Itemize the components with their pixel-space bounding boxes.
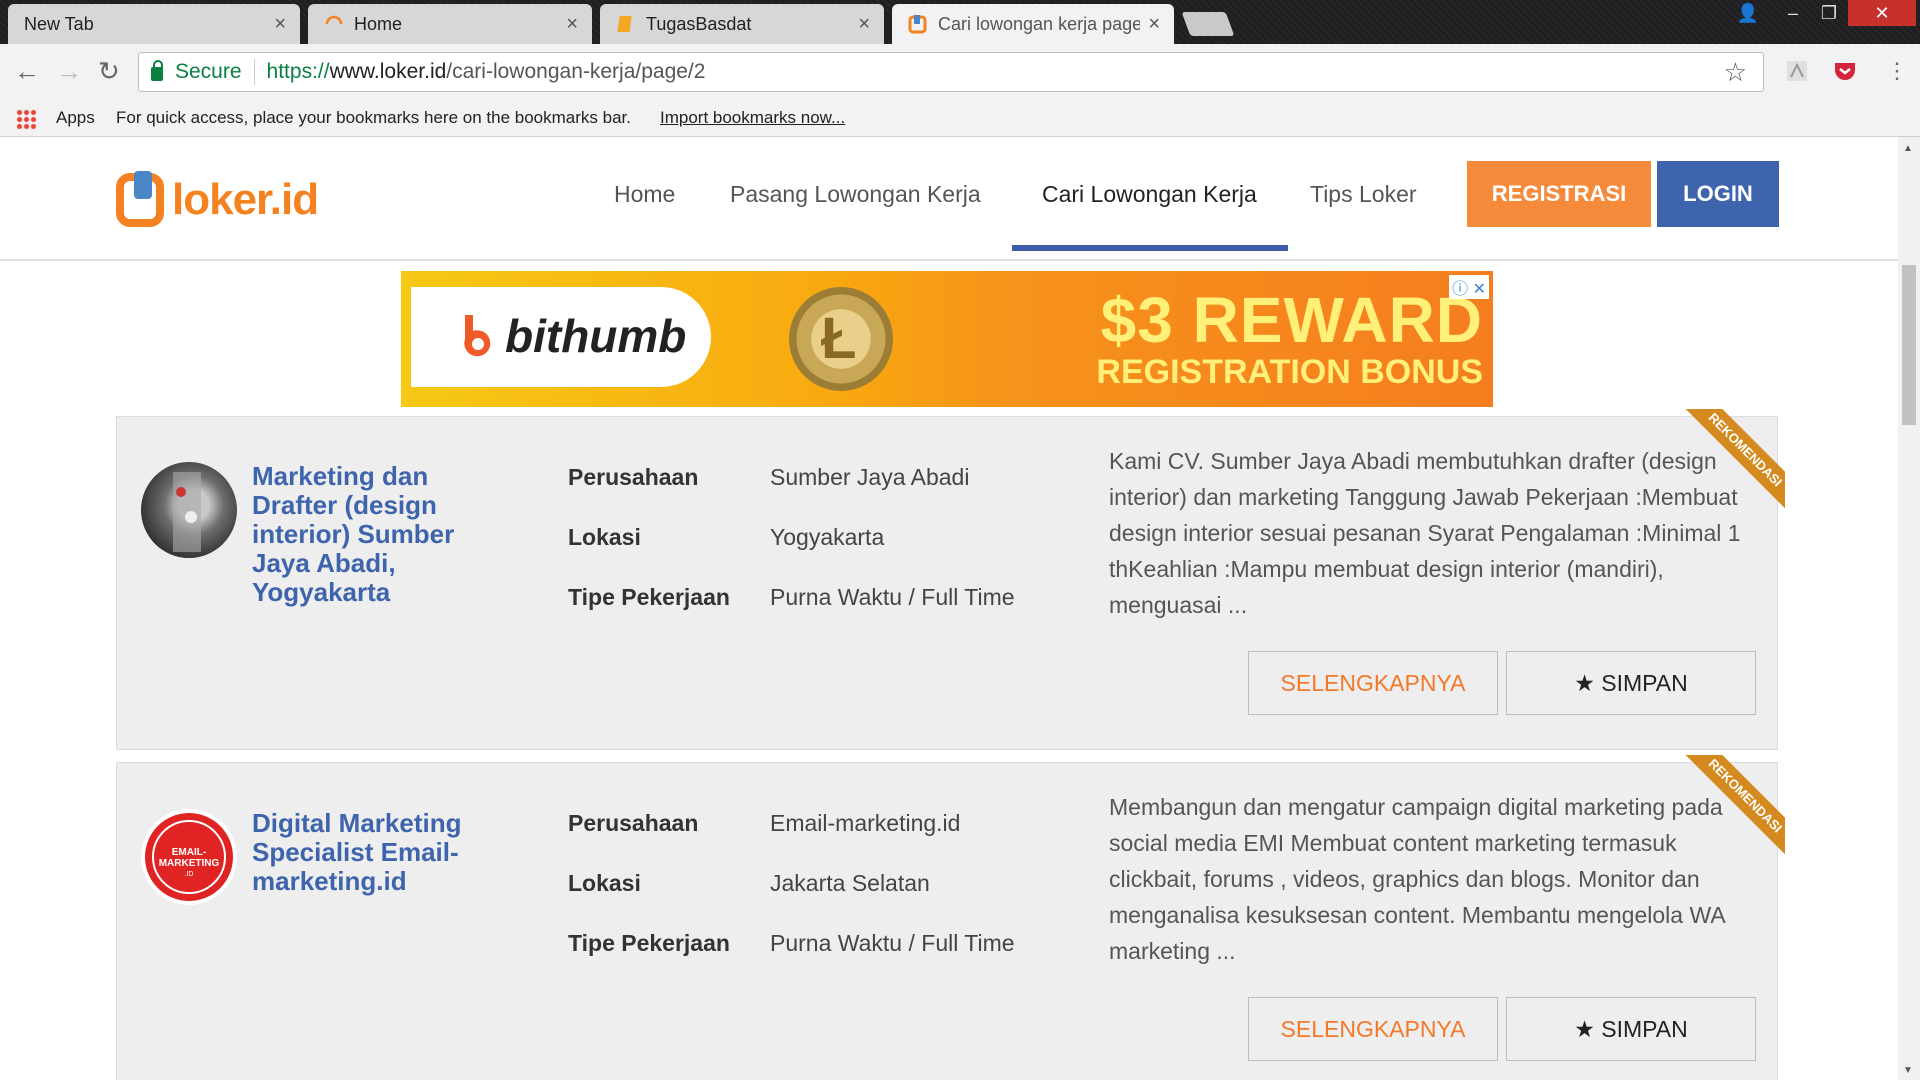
web-page: loker.id Home Pasang Lowongan Kerja Cari…: [0, 137, 1920, 1080]
register-button[interactable]: REGISTRASI: [1467, 161, 1651, 227]
document-icon: [617, 16, 632, 32]
tab-title: TugasBasdat: [646, 13, 752, 34]
loker-favicon-icon: [908, 15, 927, 34]
reload-icon[interactable]: ↻: [98, 56, 120, 86]
browser-toolbar: ← → ↻ Secure https://www.loker.id/cari-l…: [0, 44, 1920, 100]
minimize-icon[interactable]: –: [1776, 0, 1810, 26]
tab-home[interactable]: Home ×: [308, 4, 592, 44]
job-description: Kami CV. Sumber Jaya Abadi membutuhkan d…: [1109, 448, 1741, 618]
litecoin-symbol: Ł: [821, 306, 857, 371]
back-icon[interactable]: ←: [14, 56, 40, 86]
lock-icon: [151, 60, 163, 81]
ribbon-label: REKOMENDASI: [1679, 409, 1785, 516]
tab-close-icon[interactable]: ×: [274, 13, 286, 36]
svg-text:.ID: .ID: [185, 871, 194, 878]
bookmark-star-icon[interactable]: ☆: [1724, 57, 1747, 88]
job-card: EMAIL- MARKETING .ID Digital Marketing S…: [116, 755, 1785, 1080]
job-description: Membangun dan mengatur campaign digital …: [1109, 794, 1725, 964]
selengkapnya-button[interactable]: SELENGKAPNYA: [1248, 997, 1498, 1061]
ad-subheadline: REGISTRATION BONUS: [1096, 353, 1483, 391]
pocket-extension-icon[interactable]: [1832, 58, 1858, 84]
tab-title: New Tab: [24, 13, 94, 34]
bithumb-logo-icon: [464, 315, 491, 357]
login-button[interactable]: LOGIN: [1657, 161, 1779, 227]
location-label: Lokasi: [568, 524, 641, 550]
tab-close-icon[interactable]: ×: [1148, 13, 1160, 36]
url-text[interactable]: https://www.loker.id/cari-lowongan-kerja…: [255, 60, 706, 84]
secure-indicator[interactable]: Secure: [139, 59, 255, 85]
tab-cari-lowongan[interactable]: Cari lowongan kerja page ×: [892, 4, 1174, 44]
apps-grid-icon[interactable]: [16, 109, 36, 129]
tab-close-icon[interactable]: ×: [858, 13, 870, 36]
tab-title: Home: [354, 13, 403, 34]
company-value: Sumber Jaya Abadi: [770, 464, 970, 490]
menu-icon[interactable]: ⋮: [1886, 56, 1908, 86]
recommendation-ribbon: REKOMENDASI: [1675, 409, 1785, 519]
apps-label[interactable]: Apps: [56, 108, 95, 128]
ad-brand-text: bithumb: [505, 310, 687, 362]
svg-text:EMAIL-: EMAIL-: [172, 847, 206, 858]
simpan-button[interactable]: ★ SIMPAN: [1506, 997, 1756, 1061]
tab-strip: New Tab × Home × TugasBasdat × Cari lowo…: [0, 0, 1920, 44]
logo-text: loker.id: [172, 175, 319, 224]
address-bar[interactable]: Secure https://www.loker.id/cari-lowonga…: [138, 52, 1764, 92]
import-bookmarks-link[interactable]: Import bookmarks now...: [660, 108, 845, 128]
svg-text:MARKETING: MARKETING: [159, 858, 220, 869]
url-path: /cari-lowongan-kerja/page/2: [446, 60, 706, 83]
location-value: Yogyakarta: [770, 524, 885, 550]
nav-cari-lowongan[interactable]: Cari Lowongan Kerja: [1042, 181, 1257, 208]
url-host: www.loker.id: [329, 60, 447, 83]
active-nav-indicator: [1012, 245, 1288, 251]
user-icon[interactable]: 👤: [1730, 0, 1766, 26]
recommendation-ribbon: REKOMENDASI: [1675, 755, 1785, 865]
email-marketing-logo-icon: EMAIL- MARKETING .ID: [145, 813, 233, 901]
nav-tips-loker[interactable]: Tips Loker: [1310, 181, 1417, 208]
selengkapnya-button[interactable]: SELENGKAPNYA: [1248, 651, 1498, 715]
bookmarks-bar: Apps For quick access, place your bookma…: [0, 100, 1920, 137]
job-type-label: Tipe Pekerjaan: [568, 584, 730, 610]
nav-home[interactable]: Home: [614, 181, 675, 208]
site-logo[interactable]: loker.id: [116, 171, 319, 227]
tab-tugasbasdat[interactable]: TugasBasdat ×: [600, 4, 884, 44]
pdf-extension-icon[interactable]: [1784, 58, 1810, 84]
job-type-label: Tipe Pekerjaan: [568, 930, 730, 956]
job-type-value: Purna Waktu / Full Time: [770, 930, 1015, 956]
scrollbar-thumb[interactable]: [1902, 265, 1916, 425]
ad-close-icon[interactable]: ⓘ ✕: [1449, 275, 1489, 299]
interior-photo-icon: [173, 472, 201, 552]
url-scheme: https://: [266, 60, 330, 83]
company-label: Perusahaan: [568, 810, 699, 836]
forward-icon[interactable]: →: [56, 56, 82, 86]
ribbon-label: REKOMENDASI: [1679, 755, 1785, 862]
job-title-link[interactable]: Marketing dan Drafter (design interior) …: [252, 462, 482, 607]
location-value: Jakarta Selatan: [770, 870, 930, 896]
tab-title: Cari lowongan kerja page: [938, 13, 1141, 34]
ad-headline: $3 REWARD: [1100, 284, 1483, 356]
new-tab-button[interactable]: [1181, 12, 1235, 36]
nav-pasang-lowongan[interactable]: Pasang Lowongan Kerja: [730, 181, 981, 208]
bookmarks-message: For quick access, place your bookmarks h…: [116, 108, 631, 127]
company-value: Email-marketing.id: [770, 810, 961, 836]
job-title-link[interactable]: Digital Marketing Specialist Email-marke…: [252, 809, 482, 896]
tab-new-tab[interactable]: New Tab ×: [8, 4, 300, 44]
page-scrollbar[interactable]: ▲ ▼: [1898, 137, 1920, 1080]
restore-icon[interactable]: ❐: [1812, 0, 1846, 26]
simpan-button[interactable]: ★ SIMPAN: [1506, 651, 1756, 715]
site-header: loker.id Home Pasang Lowongan Kerja Cari…: [0, 137, 1898, 261]
ad-banner[interactable]: bithumb Ł $3 REWARD REGISTRATION BONUS ⓘ…: [401, 271, 1493, 407]
secure-label: Secure: [175, 60, 242, 83]
scroll-down-icon[interactable]: ▼: [1903, 1065, 1913, 1076]
window-close-icon[interactable]: ✕: [1848, 0, 1916, 26]
company-logo[interactable]: EMAIL- MARKETING .ID: [141, 809, 237, 905]
loading-icon: [325, 15, 343, 25]
tab-close-icon[interactable]: ×: [566, 13, 578, 36]
company-logo[interactable]: [141, 462, 237, 558]
job-card: Marketing dan Drafter (design interior) …: [116, 409, 1785, 750]
job-type-value: Purna Waktu / Full Time: [770, 584, 1015, 610]
location-label: Lokasi: [568, 870, 641, 896]
company-label: Perusahaan: [568, 464, 699, 490]
logo-mark-icon: [116, 171, 164, 227]
scroll-up-icon[interactable]: ▲: [1903, 143, 1913, 154]
